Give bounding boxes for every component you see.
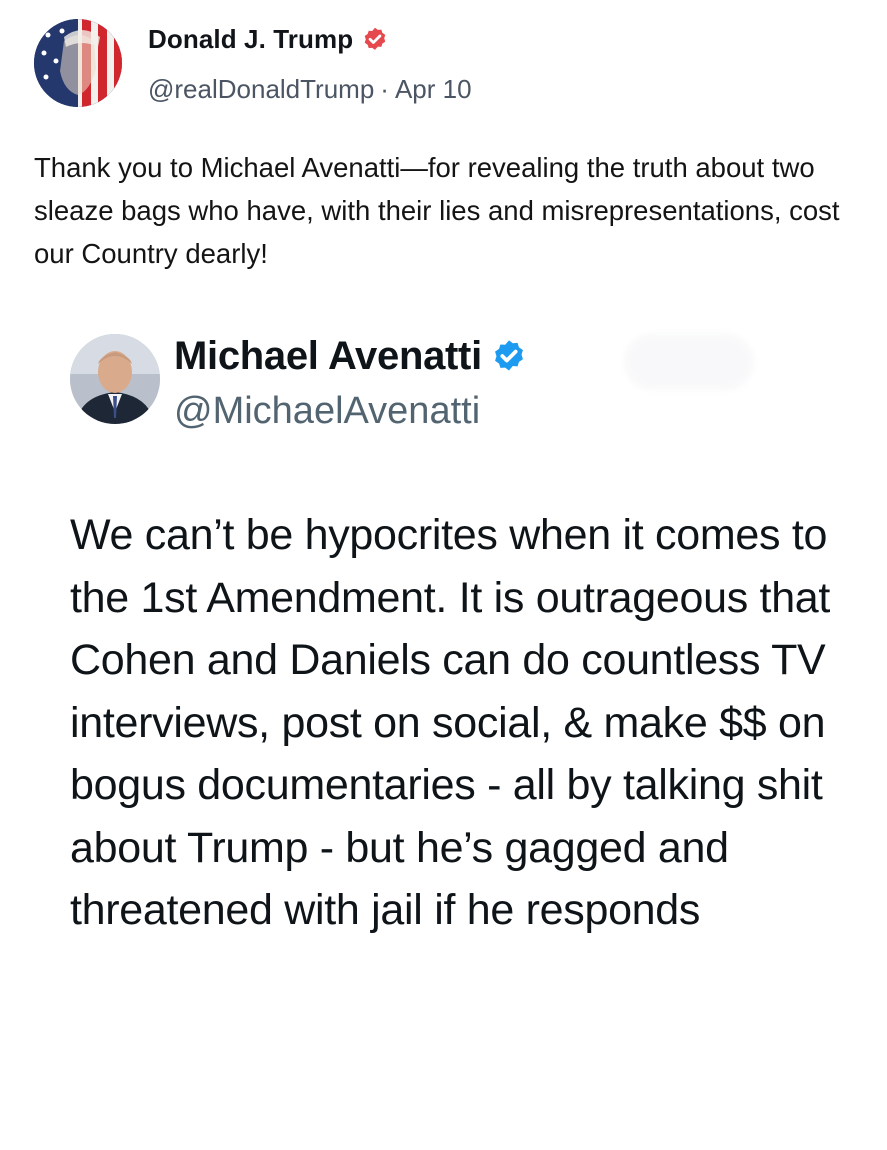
embedded-tweet-image[interactable]: Michael Avenatti @MichaelAvenatti We can… xyxy=(34,308,864,1108)
avatar[interactable] xyxy=(34,19,122,107)
verified-badge-icon xyxy=(364,27,386,50)
author-name-text: Donald J. Trump xyxy=(148,24,354,54)
blurred-follow-button xyxy=(624,334,754,390)
embedded-author-name: Michael Avenatti xyxy=(174,334,528,379)
embedded-avatar xyxy=(70,334,160,424)
author-handle[interactable]: @realDonaldTrump xyxy=(148,74,374,104)
author-name[interactable]: Donald J. Trump xyxy=(148,24,389,55)
post-card: Donald J. Trump @realDonaldTrump · Apr 10 … xyxy=(0,0,887,1150)
embedded-author-handle: @MichaelAvenatti xyxy=(174,390,481,432)
avatar-portrait-icon xyxy=(34,19,122,107)
meta-separator: · xyxy=(380,74,389,104)
verified-badge-icon xyxy=(494,339,523,370)
embedded-tweet-text: We can’t be hypocrites when it comes to … xyxy=(70,511,831,934)
post-meta: @realDonaldTrump · Apr 10 xyxy=(148,74,472,105)
avatar-portrait-icon xyxy=(70,334,160,424)
embedded-author-name-text: Michael Avenatti xyxy=(174,334,482,378)
post-date[interactable]: Apr 10 xyxy=(395,74,472,104)
post-body-text: Thank you to Michael Avenatti—for reveal… xyxy=(34,152,840,269)
